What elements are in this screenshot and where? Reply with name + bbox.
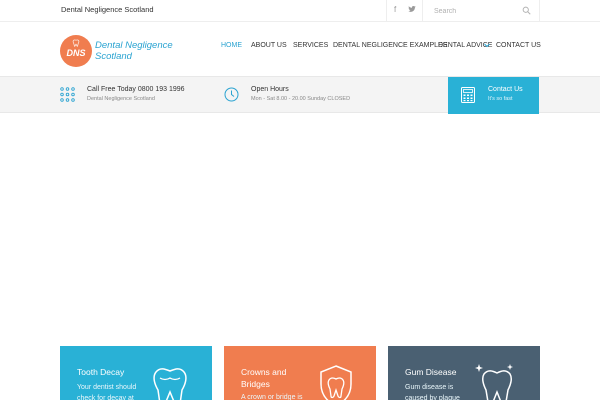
card-crowns-and-bridges[interactable]: Crowns and Bridges A crown or bridge is bbox=[224, 346, 376, 400]
site-name: Dental Negligence Scotland bbox=[61, 5, 154, 14]
call-subtitle: Dental Negligence Scotland bbox=[87, 96, 155, 102]
call-block: Call Free Today 0800 193 1996 Dental Neg… bbox=[60, 77, 220, 114]
nav-contact-us[interactable]: CONTACT US bbox=[496, 42, 541, 49]
card-text: Your dentist should check for decay at bbox=[77, 384, 137, 400]
nav-about-us[interactable]: ABOUT US bbox=[251, 42, 287, 49]
contact-subtitle: It's so fast bbox=[488, 96, 513, 102]
social-links: f bbox=[386, 0, 423, 22]
logo-text-line2: Scotland bbox=[95, 51, 132, 62]
logo-abbr: DNS bbox=[66, 48, 86, 58]
logo-text: Dental Negligence Scotland bbox=[95, 40, 185, 62]
hours-subtitle: Mon - Sat 8.00 - 20.00 Sunday CLOSED bbox=[251, 96, 351, 102]
call-title[interactable]: Call Free Today 0800 193 1996 bbox=[87, 86, 185, 93]
chevron-down-icon[interactable] bbox=[484, 43, 490, 48]
hours-title: Open Hours bbox=[251, 86, 289, 93]
logo[interactable]: DNS Dental Negligence Scotland bbox=[60, 35, 180, 67]
logo-circle: DNS bbox=[60, 35, 92, 67]
nav-dental-negligence-examples[interactable]: DENTAL NEGLIGENCE EXAMPLES bbox=[333, 42, 447, 49]
contact-us-button[interactable]: Contact Us It's so fast bbox=[448, 77, 539, 114]
page: Dental Negligence Scotland f DNS bbox=[0, 0, 600, 400]
card-title: Gum Disease bbox=[405, 367, 457, 377]
tooth-icon bbox=[72, 39, 80, 47]
sparkling-tooth-icon bbox=[475, 364, 513, 400]
twitter-icon[interactable] bbox=[408, 5, 416, 15]
card-text: A crown or bridge is bbox=[241, 394, 303, 400]
clock-icon bbox=[224, 87, 239, 102]
nav-services[interactable]: SERVICES bbox=[293, 42, 328, 49]
calculator-icon bbox=[461, 87, 475, 103]
card-text: Gum disease is caused by plaque bbox=[405, 384, 460, 400]
card-title: Tooth Decay bbox=[77, 367, 125, 377]
nav-home[interactable]: HOME bbox=[221, 42, 242, 49]
keypad-icon bbox=[60, 87, 75, 102]
header: DNS Dental Negligence Scotland HOME ABOU… bbox=[0, 22, 600, 76]
facebook-icon[interactable]: f bbox=[394, 5, 396, 14]
search-box bbox=[423, 0, 540, 22]
top-bar: Dental Negligence Scotland f bbox=[0, 0, 600, 22]
card-tooth-decay[interactable]: Tooth Decay Your dentist should check fo… bbox=[60, 346, 212, 400]
contact-title: Contact Us bbox=[488, 86, 523, 93]
tooth-shield-icon bbox=[320, 365, 352, 400]
logo-text-line1: Dental Negligence bbox=[95, 40, 173, 51]
card-title: Crowns and Bridges bbox=[241, 367, 287, 389]
search-icon[interactable] bbox=[522, 6, 531, 15]
info-bar: Call Free Today 0800 193 1996 Dental Neg… bbox=[0, 76, 600, 114]
search-input[interactable] bbox=[434, 5, 514, 17]
tooth-icon bbox=[153, 368, 187, 400]
card-gum-disease[interactable]: Gum Disease Gum disease is caused by pla… bbox=[388, 346, 540, 400]
hours-block: Open Hours Mon - Sat 8.00 - 20.00 Sunday… bbox=[224, 77, 404, 114]
